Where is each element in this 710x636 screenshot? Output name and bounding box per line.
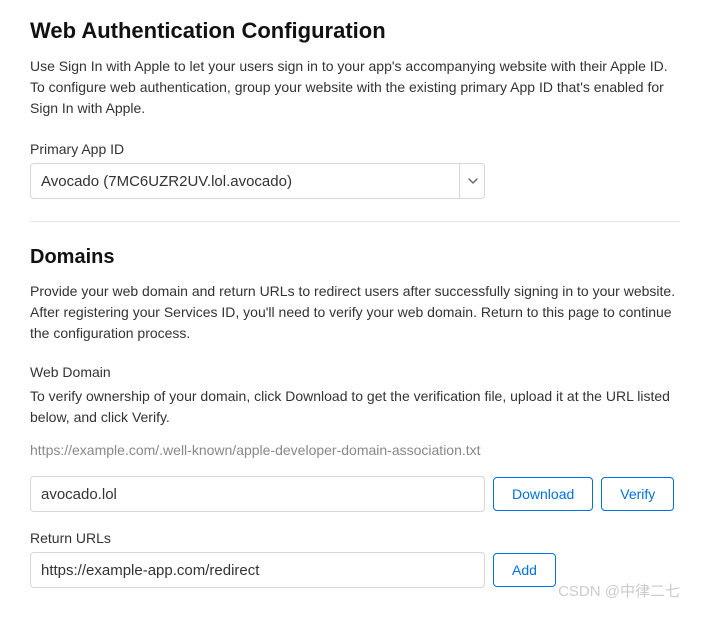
domains-intro: Provide your web domain and return URLs …	[30, 281, 680, 344]
divider	[30, 221, 680, 222]
add-button[interactable]: Add	[493, 553, 556, 587]
web-domain-sublabel: To verify ownership of your domain, clic…	[30, 386, 680, 428]
verify-button[interactable]: Verify	[601, 477, 674, 511]
download-button[interactable]: Download	[493, 477, 593, 511]
web-domain-label: Web Domain	[30, 364, 680, 380]
intro-text: Use Sign In with Apple to let your users…	[30, 56, 680, 119]
return-urls-label: Return URLs	[30, 530, 680, 546]
primary-app-id-value: Avocado (7MC6UZR2UV.lol.avocado)	[41, 173, 292, 190]
web-domain-input[interactable]	[30, 476, 485, 512]
verification-path-hint: https://example.com/.well-known/apple-de…	[30, 442, 680, 458]
primary-app-id-label: Primary App ID	[30, 141, 680, 157]
page-title: Web Authentication Configuration	[30, 18, 680, 44]
return-urls-input[interactable]	[30, 552, 485, 588]
domains-heading: Domains	[30, 246, 680, 269]
primary-app-id-select[interactable]: Avocado (7MC6UZR2UV.lol.avocado)	[30, 163, 485, 199]
